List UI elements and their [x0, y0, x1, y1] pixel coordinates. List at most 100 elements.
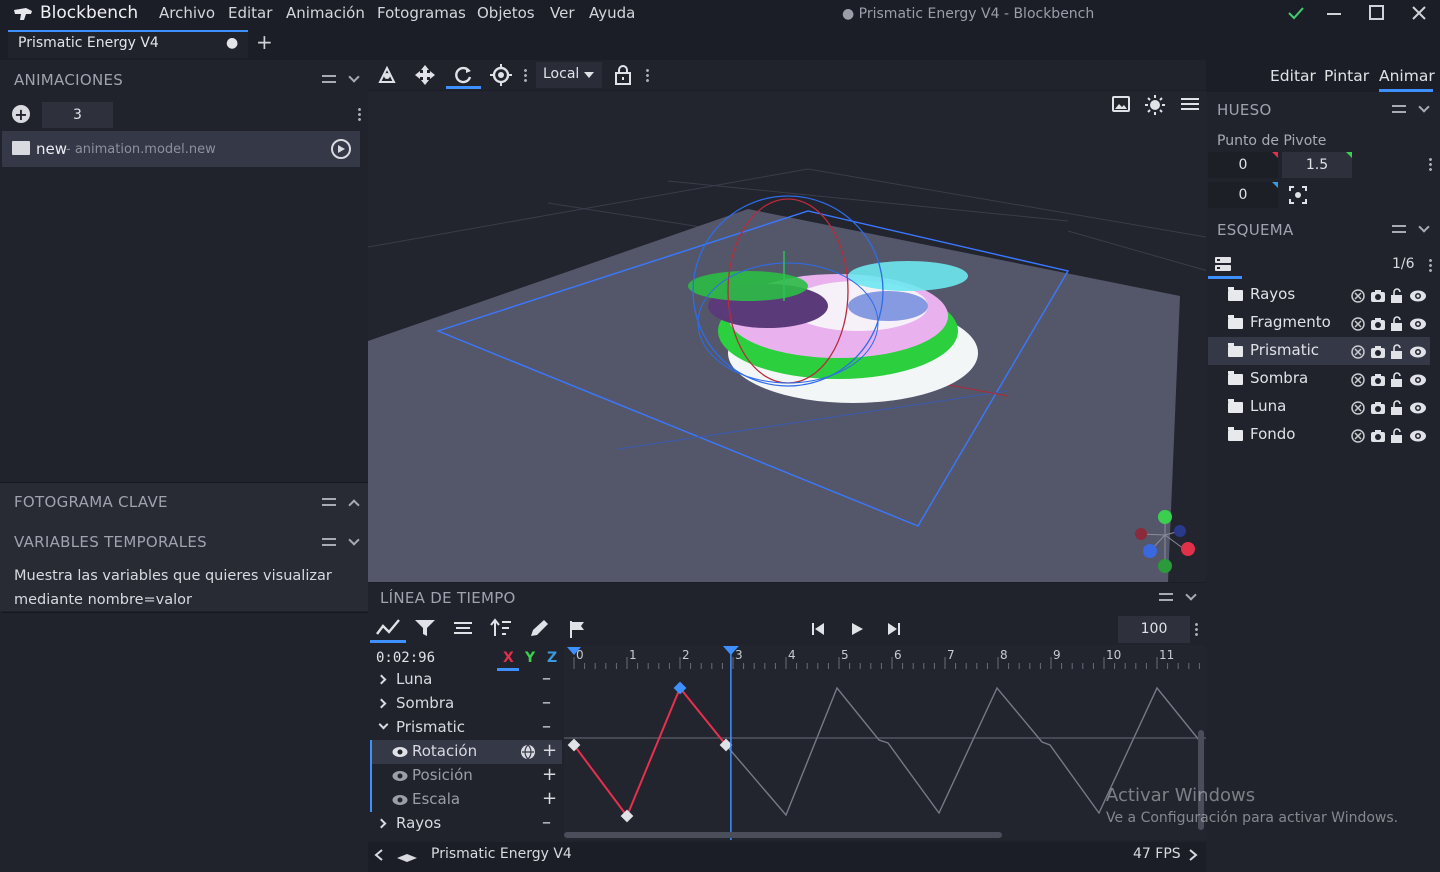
- globe-icon[interactable]: [520, 744, 536, 760]
- more-options-icon[interactable]: [1195, 622, 1198, 636]
- row-action-button[interactable]: –: [542, 668, 551, 689]
- timeline-zoom-input[interactable]: 100: [1118, 616, 1190, 643]
- menu-objetos[interactable]: Objetos: [477, 4, 535, 22]
- pivot-y-input[interactable]: 1.5: [1282, 152, 1352, 178]
- transform-space-select[interactable]: Local: [536, 62, 602, 88]
- timeline-row-rotación[interactable]: Rotación +: [370, 740, 562, 764]
- variables-textarea[interactable]: Muestra las variables que quieres visual…: [14, 564, 368, 612]
- row-action-button[interactable]: +: [542, 788, 557, 809]
- panel-menu-icon[interactable]: [1159, 593, 1173, 601]
- timeline-row-rayos[interactable]: Rayos –: [370, 812, 562, 836]
- skip-start-icon[interactable]: [810, 621, 826, 637]
- outliner-toggle-icon[interactable]: [1214, 256, 1234, 272]
- center-pivot-icon[interactable]: [1289, 186, 1307, 204]
- panel-menu-icon[interactable]: [322, 538, 336, 546]
- status-model-name: Prismatic Energy V4: [431, 846, 572, 862]
- channel-visibility-icon[interactable]: [392, 770, 408, 782]
- skip-end-icon[interactable]: [886, 621, 902, 637]
- outliner-item-sombra[interactable]: Sombra: [1208, 365, 1430, 393]
- move-icon[interactable]: [412, 62, 438, 88]
- panel-menu-icon[interactable]: [1392, 105, 1406, 113]
- align-icon[interactable]: [453, 621, 473, 635]
- outliner-item-prismatic[interactable]: Prismatic: [1208, 337, 1430, 365]
- collapse-chevron-icon[interactable]: [376, 674, 387, 685]
- animation-count-field[interactable]: 3: [42, 102, 113, 128]
- more-options-icon[interactable]: [358, 107, 361, 121]
- x-axis-marker: [1272, 152, 1278, 158]
- filter-icon[interactable]: [414, 619, 436, 637]
- menu-archivo[interactable]: Archivo: [159, 4, 215, 22]
- status-right-arrow-icon[interactable]: [1188, 849, 1198, 861]
- check-icon[interactable]: [1287, 4, 1305, 22]
- row-action-button[interactable]: –: [542, 692, 551, 713]
- mode-editar[interactable]: Editar: [1270, 67, 1316, 85]
- marker-flag-icon[interactable]: [568, 619, 588, 639]
- graph-editor-icon[interactable]: [375, 616, 401, 640]
- row-action-button[interactable]: –: [542, 812, 551, 833]
- lock-toggle-icon: [1391, 428, 1402, 443]
- sort-icon[interactable]: [490, 618, 512, 638]
- panel-menu-icon[interactable]: [322, 498, 336, 506]
- pivot-x-input[interactable]: 0: [1208, 152, 1278, 178]
- 3d-viewport[interactable]: [368, 91, 1206, 582]
- animation-list-item[interactable]: new - animation.model.new: [2, 131, 360, 167]
- brightness-icon[interactable]: [1144, 94, 1166, 116]
- axis-z-toggle[interactable]: Z: [547, 650, 557, 666]
- pivot-icon[interactable]: [488, 62, 514, 88]
- more-options-icon[interactable]: [1429, 157, 1432, 171]
- menu-fotogramas[interactable]: Fotogramas: [377, 4, 466, 22]
- timeline-scrollbar[interactable]: [564, 832, 1002, 838]
- outliner-item-fragmento[interactable]: Fragmento: [1208, 309, 1430, 337]
- render-toggle-icon: [1371, 346, 1385, 358]
- tab-project[interactable]: Prismatic Energy V4 ●: [8, 30, 248, 58]
- pen-icon[interactable]: [528, 618, 550, 638]
- mode-animar[interactable]: Animar: [1379, 67, 1435, 85]
- channel-visibility-icon[interactable]: [392, 794, 408, 806]
- row-action-button[interactable]: +: [542, 740, 557, 761]
- panel-menu-icon[interactable]: [322, 75, 336, 83]
- play-icon[interactable]: [849, 621, 865, 637]
- add-animation-button[interactable]: +: [12, 105, 30, 124]
- expand-chevron-icon[interactable]: [378, 719, 389, 730]
- timeline-row-escala[interactable]: Escala +: [370, 788, 562, 812]
- more-options-icon[interactable]: [646, 68, 649, 82]
- timeline-panel-title: LÍNEA DE TIEMPO: [380, 589, 516, 607]
- pivot-z-input[interactable]: 0: [1208, 182, 1278, 208]
- timeline-row-posición[interactable]: Posición +: [370, 764, 562, 788]
- right-sidebar: [1206, 92, 1440, 872]
- rotate-icon[interactable]: [450, 62, 476, 88]
- axis-x-toggle[interactable]: X: [503, 650, 514, 666]
- menu-ayuda[interactable]: Ayuda: [589, 4, 635, 22]
- outliner-item-rayos[interactable]: Rayos: [1208, 281, 1430, 309]
- maximize-icon[interactable]: [1369, 5, 1384, 20]
- menu-animacion[interactable]: Animación: [286, 4, 365, 22]
- lock-icon[interactable]: [610, 62, 636, 88]
- timeline-row-prismatic[interactable]: Prismatic –: [370, 716, 562, 740]
- tab-modified-indicator[interactable]: ●: [226, 35, 238, 51]
- timeline-row-sombra[interactable]: Sombra –: [370, 692, 562, 716]
- move-pivot-icon[interactable]: [374, 62, 400, 88]
- row-action-button[interactable]: +: [542, 764, 557, 785]
- play-animation-icon[interactable]: [331, 139, 351, 159]
- more-options-icon[interactable]: [524, 68, 527, 82]
- close-icon[interactable]: [1410, 4, 1428, 22]
- collapse-chevron-icon[interactable]: [376, 818, 387, 829]
- outliner-item-luna[interactable]: Luna: [1208, 393, 1430, 421]
- axis-y-toggle[interactable]: Y: [525, 650, 535, 666]
- timeline-row-luna[interactable]: Luna –: [370, 668, 562, 692]
- panel-menu-icon[interactable]: [1392, 225, 1406, 233]
- collapse-chevron-icon[interactable]: [376, 698, 387, 709]
- outliner-item-fondo[interactable]: Fondo: [1208, 421, 1430, 449]
- screenshot-icon[interactable]: [1112, 96, 1130, 112]
- row-action-button[interactable]: –: [542, 716, 551, 737]
- viewport-menu-icon[interactable]: [1181, 98, 1199, 110]
- more-options-icon[interactable]: [1429, 258, 1432, 272]
- menu-editar[interactable]: Editar: [228, 4, 272, 22]
- status-left-arrow-icon[interactable]: [374, 849, 384, 861]
- mode-pintar[interactable]: Pintar: [1324, 67, 1369, 85]
- add-tab-button[interactable]: +: [256, 30, 273, 54]
- channel-visibility-icon[interactable]: [392, 746, 408, 758]
- outliner-item-toggles: [1350, 372, 1430, 388]
- minimize-icon[interactable]: [1327, 13, 1341, 15]
- menu-ver[interactable]: Ver: [550, 4, 575, 22]
